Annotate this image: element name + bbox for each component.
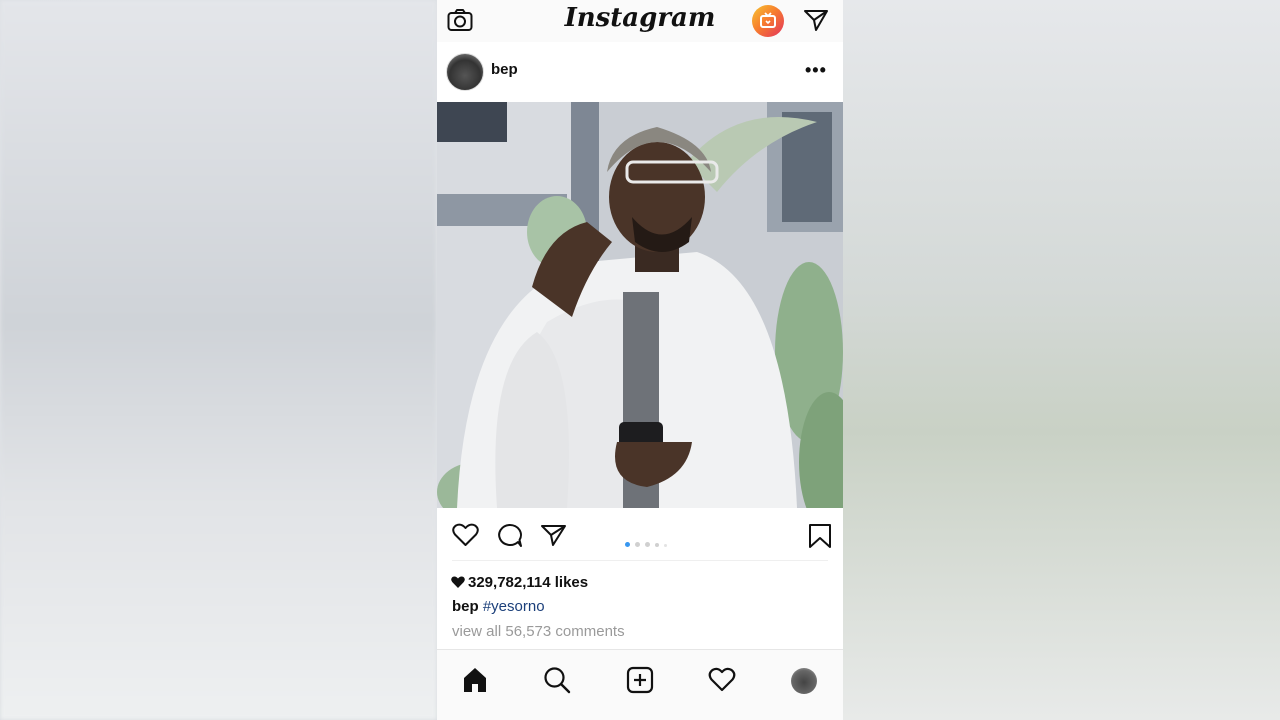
tv-glyph-icon — [760, 12, 776, 28]
home-icon[interactable] — [461, 666, 489, 694]
share-plane-icon[interactable] — [540, 523, 567, 547]
divider — [452, 560, 828, 561]
view-comments-link[interactable]: view all 56,573 comments — [452, 623, 625, 640]
profile-avatar[interactable] — [791, 668, 817, 694]
camera-icon[interactable] — [447, 8, 473, 32]
top-bar: Instagram — [437, 0, 843, 43]
carousel-dot — [625, 542, 630, 547]
carousel-dot — [664, 544, 667, 547]
avatar[interactable] — [446, 53, 484, 91]
likes-label: 329,782,114 likes — [468, 574, 589, 591]
carousel-dot — [645, 542, 650, 547]
post-photo — [437, 102, 843, 508]
post-username[interactable]: bep — [491, 61, 518, 78]
caption-hashtag[interactable]: #yesorno — [483, 598, 545, 615]
blurred-background-right — [843, 0, 1280, 720]
like-heart-icon[interactable] — [452, 523, 479, 547]
instagram-logo[interactable]: Instagram — [557, 3, 723, 33]
search-icon[interactable] — [543, 666, 571, 694]
bottom-navigation — [437, 649, 843, 720]
post-media[interactable] — [437, 102, 843, 508]
post-caption: bep #yesorno — [452, 598, 545, 615]
likes-count[interactable]: 329,782,114 likes — [451, 574, 588, 591]
phone-screen: Instagram bep ••• 329,782,114 likes bep … — [437, 0, 843, 720]
carousel-indicator — [625, 534, 672, 552]
igtv-icon[interactable] — [752, 5, 784, 37]
comment-icon[interactable] — [496, 523, 523, 548]
more-options-icon[interactable]: ••• — [805, 60, 827, 81]
add-post-icon[interactable] — [626, 666, 654, 694]
blurred-background-left — [0, 0, 437, 720]
paper-plane-icon[interactable] — [803, 8, 829, 32]
post-header: bep ••• — [437, 42, 843, 102]
activity-heart-icon[interactable] — [708, 667, 736, 693]
save-bookmark-icon[interactable] — [808, 523, 832, 549]
filled-heart-icon — [451, 576, 465, 588]
carousel-dot — [635, 542, 640, 547]
caption-username[interactable]: bep — [452, 598, 479, 615]
carousel-dot — [655, 543, 659, 547]
